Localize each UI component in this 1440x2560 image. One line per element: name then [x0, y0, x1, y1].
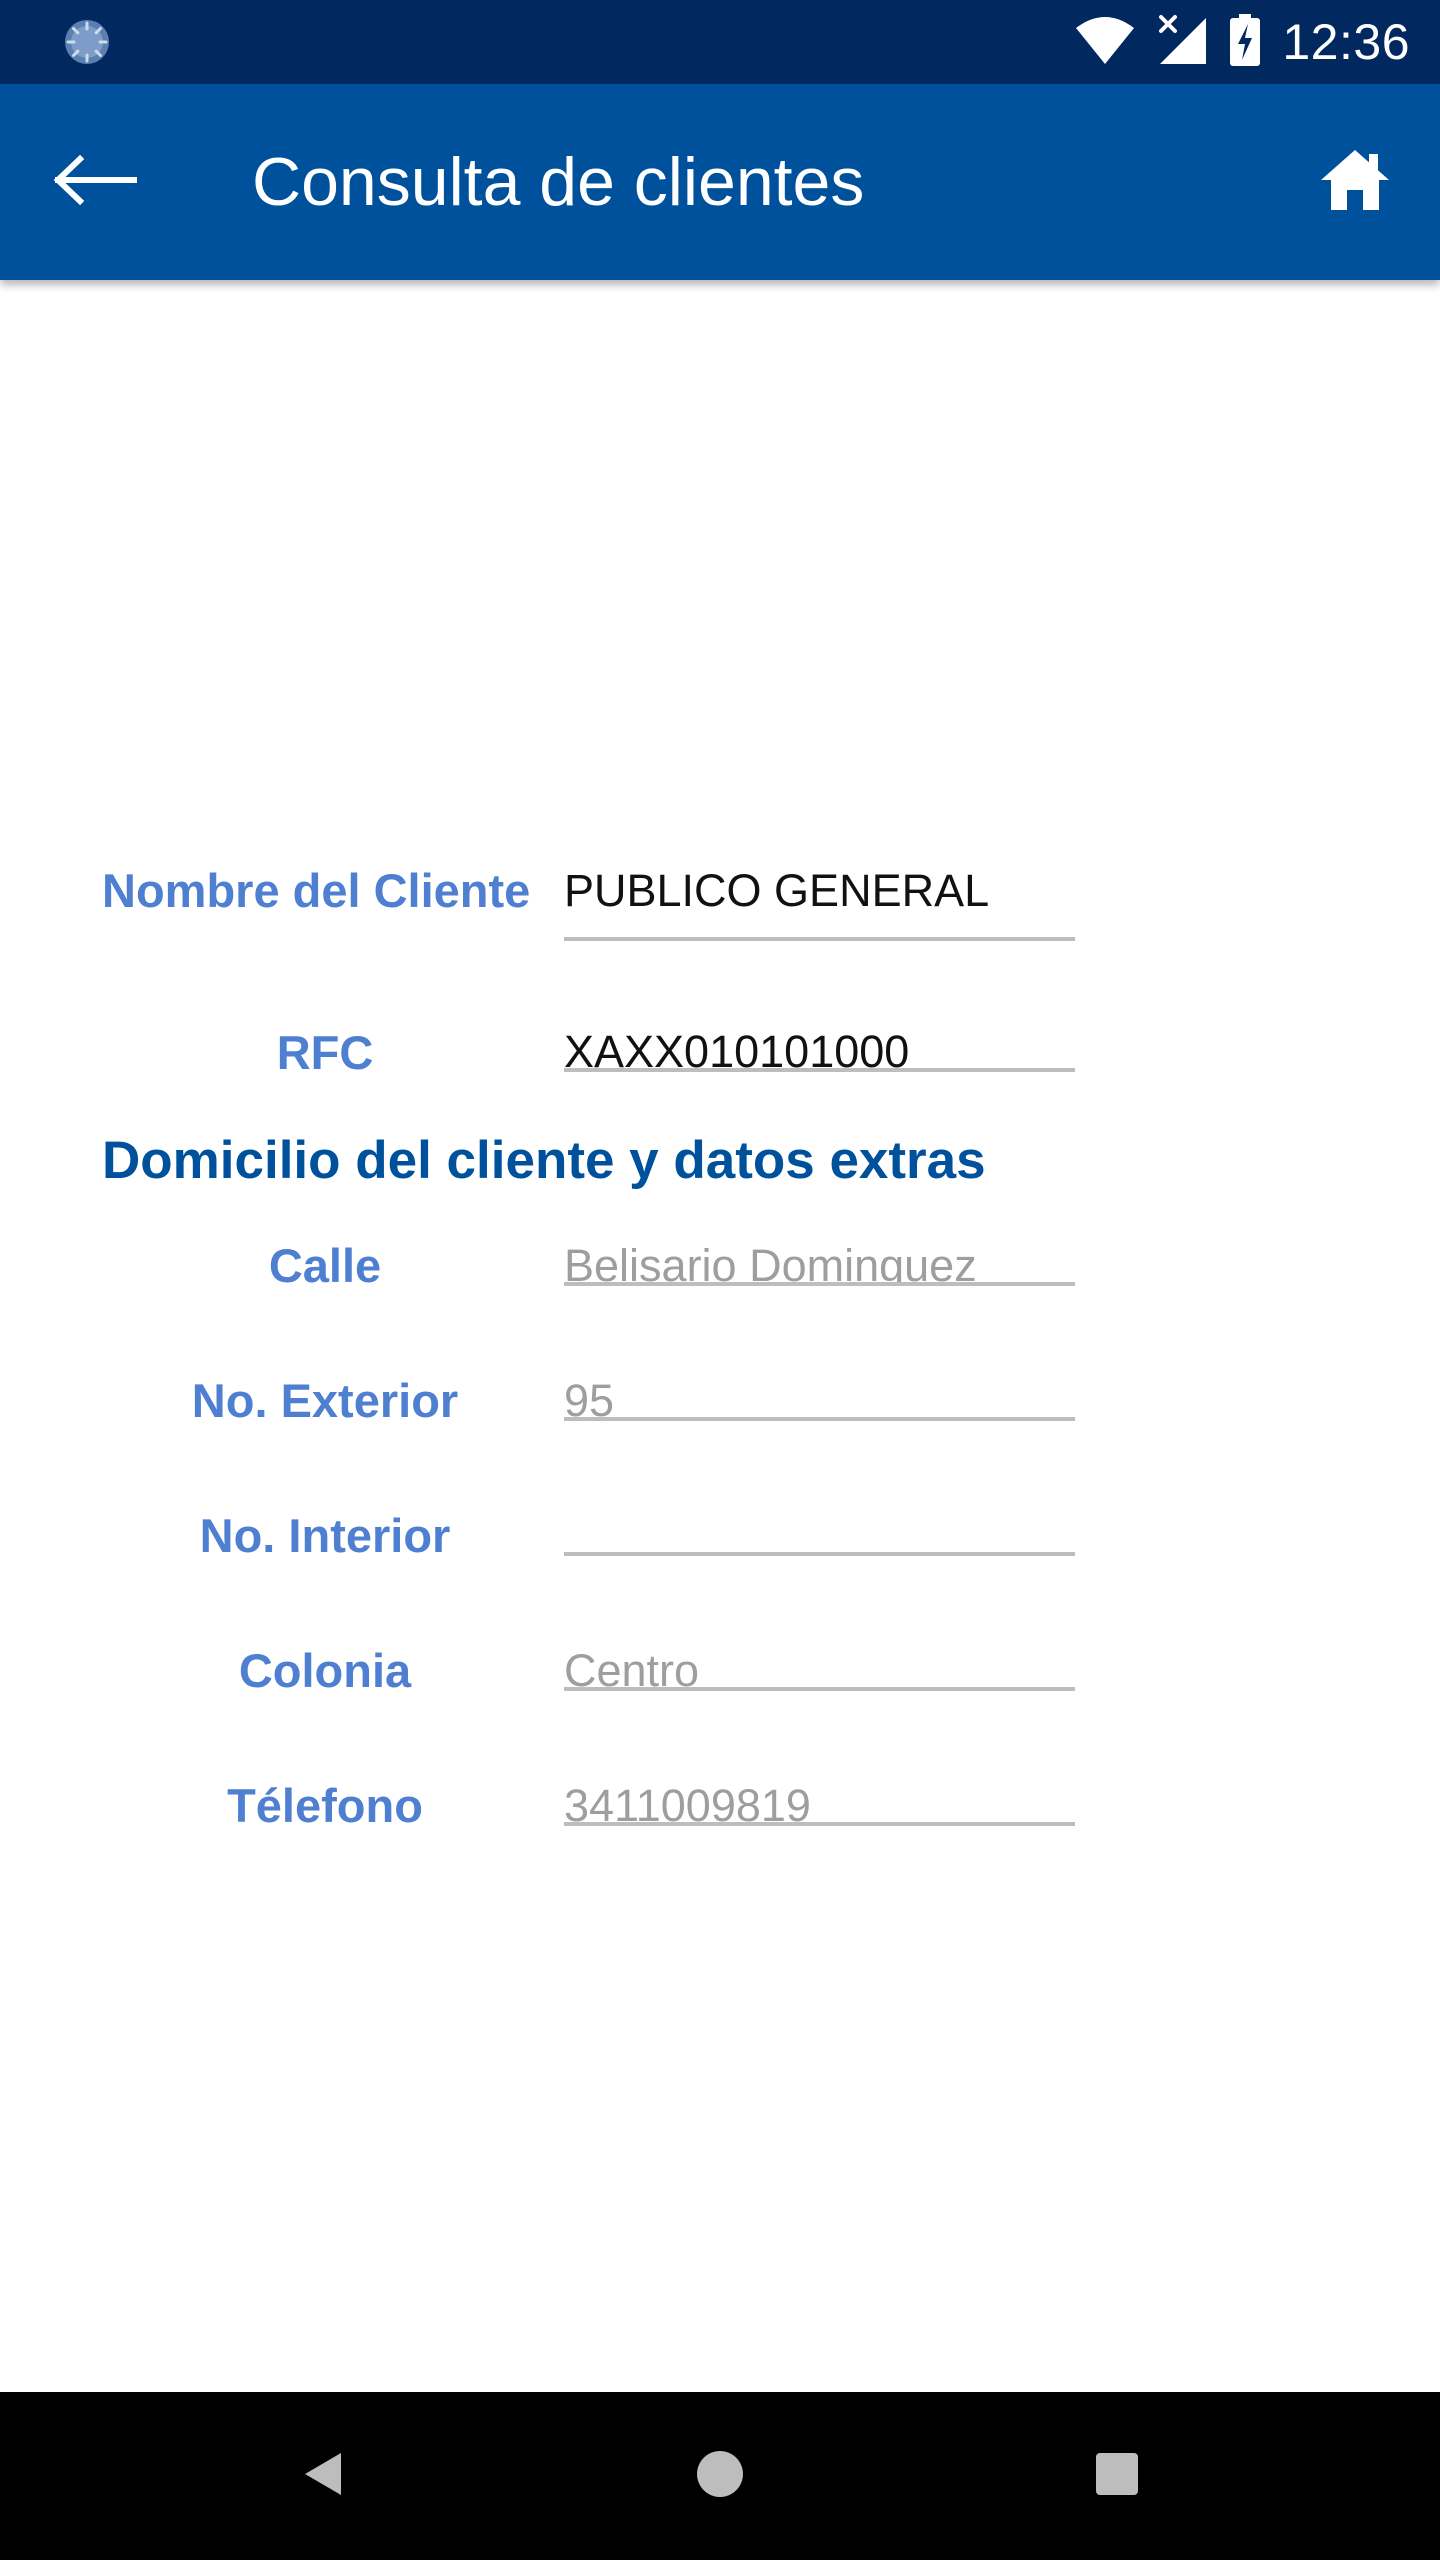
system-nav-bar — [0, 2392, 1440, 2560]
recents-square-icon — [1095, 2452, 1139, 2501]
calle-field[interactable]: Belisario Dominguez — [564, 1240, 1075, 1286]
back-triangle-icon — [299, 2449, 345, 2504]
back-button[interactable] — [30, 132, 160, 232]
no-exterior-field[interactable]: 95 — [564, 1375, 1075, 1421]
address-section-heading: Domicilio del cliente y datos extras — [102, 1131, 986, 1190]
nav-back-button[interactable] — [272, 2426, 372, 2526]
client-name-label: Nombre del Cliente — [102, 864, 531, 917]
nav-home-button[interactable] — [670, 2426, 770, 2526]
home-icon — [1319, 148, 1391, 217]
status-bar: 12:36 — [0, 0, 1440, 84]
battery-charging-icon — [1230, 13, 1261, 71]
app-bar: Consulta de clientes — [0, 84, 1440, 280]
no-interior-label: No. Interior — [199, 1509, 451, 1562]
notification-spinner-icon — [62, 17, 112, 67]
nav-recents-button[interactable] — [1067, 2426, 1167, 2526]
home-button[interactable] — [1300, 132, 1410, 232]
no-signal-icon — [1158, 14, 1208, 71]
telefono-field[interactable]: 3411009819 — [564, 1780, 1075, 1826]
page-title: Consulta de clientes — [252, 144, 865, 220]
no-interior-field[interactable] — [564, 1510, 1075, 1556]
client-name-field[interactable]: PUBLICO GENERAL — [564, 865, 1075, 941]
colonia-field[interactable]: Centro — [564, 1645, 1075, 1691]
status-time: 12:36 — [1282, 14, 1410, 70]
no-exterior-label: No. Exterior — [191, 1374, 459, 1427]
colonia-label: Colonia — [238, 1644, 412, 1697]
arrow-left-icon — [52, 154, 138, 210]
home-circle-icon — [695, 2449, 745, 2504]
rfc-field[interactable]: XAXX010101000 — [564, 1026, 1075, 1072]
rfc-label: RFC — [276, 1026, 374, 1079]
telefono-label: Télefono — [227, 1779, 423, 1832]
calle-label: Calle — [268, 1239, 382, 1292]
wifi-icon — [1074, 14, 1136, 71]
